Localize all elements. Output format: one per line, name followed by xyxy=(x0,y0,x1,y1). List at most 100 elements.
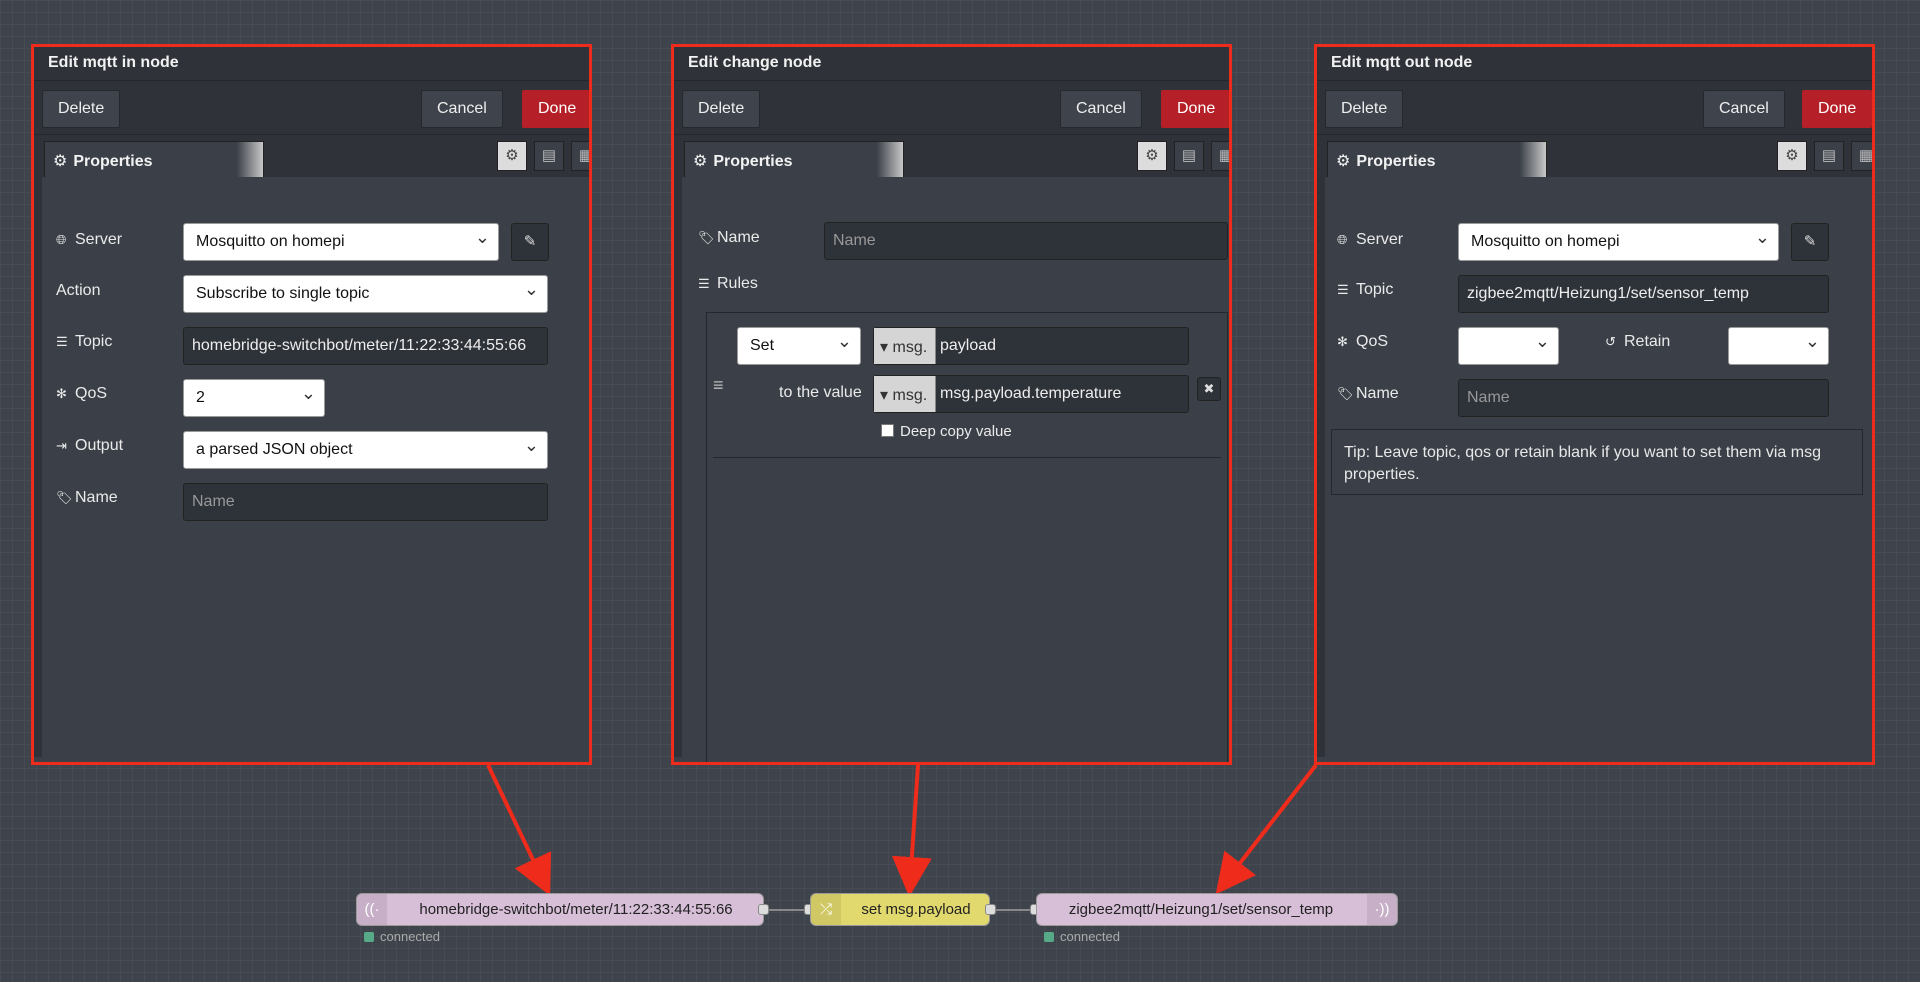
value-value: msg.payload.temperature xyxy=(940,385,1122,402)
property-type-dropdown[interactable]: ▾ msg. xyxy=(874,328,936,364)
name-input[interactable]: Name xyxy=(824,222,1228,260)
arrow-to-mqtt-out xyxy=(1215,763,1318,895)
delete-button[interactable]: Delete xyxy=(1325,90,1404,128)
history-icon: ↺ xyxy=(1605,334,1616,349)
name-label: 🏷︎ Name xyxy=(1337,385,1399,402)
delete-button[interactable]: Delete xyxy=(682,90,761,128)
asterisk-icon: ✻ xyxy=(56,386,67,401)
output-port[interactable] xyxy=(758,904,769,915)
tab-properties[interactable]: ⚙ Properties xyxy=(1327,141,1547,177)
done-button[interactable]: Done xyxy=(1161,90,1229,128)
gear-icon[interactable]: ⚙ xyxy=(1137,141,1167,171)
wire xyxy=(769,909,809,911)
cancel-button[interactable]: Cancel xyxy=(1060,90,1142,128)
globe-icon: 🌐︎ xyxy=(1337,232,1348,247)
rule-action-select[interactable]: Set xyxy=(737,327,861,365)
arrow-to-mqtt-in xyxy=(486,764,552,896)
tip-box: Tip: Leave topic, qos or retain blank if… xyxy=(1331,429,1863,495)
deep-copy-checkbox[interactable] xyxy=(881,424,894,437)
change-edit-panel: Edit change node Delete Cancel Done ⚙ Pro… xyxy=(671,44,1232,765)
done-button[interactable]: Done xyxy=(522,90,589,128)
close-icon[interactable]: ✖ xyxy=(1197,377,1221,401)
panel-toolbar: Delete Cancel Done xyxy=(674,81,1229,135)
name-label: 🏷︎ Name xyxy=(698,229,760,246)
node-status: connected xyxy=(364,929,440,944)
topic-label: ☰ Topic xyxy=(56,333,113,350)
tab-bar: ⚙ Properties ⚙ ▤ ▦ xyxy=(1317,135,1872,177)
panel-title: Edit mqtt out node xyxy=(1317,47,1872,81)
document-icon[interactable]: ▤ xyxy=(534,141,564,171)
node-label: zigbee2mqtt/Heizung1/set/sensor_temp xyxy=(1068,901,1334,918)
tag-icon: 🏷︎ xyxy=(698,230,715,245)
qos-label: ✻ QoS xyxy=(1337,333,1389,350)
layout-icon[interactable]: ▦ xyxy=(1211,141,1229,171)
node-status: connected xyxy=(1044,929,1120,944)
rule-value-input[interactable]: ▾ msg. msg.payload.temperature xyxy=(873,375,1189,413)
rule-property-input[interactable]: ▾ msg. payload xyxy=(873,327,1189,365)
qos-select[interactable] xyxy=(1458,327,1559,365)
tab-bar: ⚙ Properties ⚙ ▤ ▦ xyxy=(674,135,1229,177)
list-icon: ☰ xyxy=(56,334,68,349)
action-select[interactable]: Subscribe to single topic xyxy=(183,275,548,313)
wire xyxy=(993,909,1033,911)
layout-icon[interactable]: ▦ xyxy=(571,141,589,171)
tag-icon: 🏷︎ xyxy=(1337,386,1354,401)
tab-properties[interactable]: ⚙ Properties xyxy=(684,141,904,177)
gear-icon: ⚙ xyxy=(53,153,68,170)
name-label: 🏷︎ Name xyxy=(56,489,118,506)
rule-divider xyxy=(713,457,1221,458)
output-label: ⇥ Output xyxy=(56,437,124,454)
gear-icon[interactable]: ⚙ xyxy=(1777,141,1807,171)
pencil-icon[interactable]: ✎ xyxy=(1791,223,1829,261)
tab-bar: ⚙ Properties ⚙ ▤ ▦ xyxy=(34,135,589,177)
tag-icon: 🏷︎ xyxy=(56,490,73,505)
arrow-to-change xyxy=(891,764,932,897)
status-dot xyxy=(1044,932,1054,942)
antenna-icon: ·)) xyxy=(1367,894,1397,925)
list-icon: ☰ xyxy=(1337,282,1349,297)
output-select[interactable]: a parsed JSON object xyxy=(183,431,548,469)
node-label: homebridge-switchbot/meter/11:22:33:44:5… xyxy=(419,901,733,918)
globe-icon: 🌐︎ xyxy=(56,232,67,247)
cancel-button[interactable]: Cancel xyxy=(421,90,503,128)
topic-input[interactable]: homebridge-switchbot/meter/11:22:33:44:5… xyxy=(183,327,548,365)
mqtt-out-node[interactable]: zigbee2mqtt/Heizung1/set/sensor_temp ·)) xyxy=(1036,893,1398,926)
name-input[interactable]: Name xyxy=(183,483,548,521)
list-icon: ☰ xyxy=(698,276,710,291)
shuffle-icon: ⤮ xyxy=(811,894,841,925)
server-label: 🌐︎ Server xyxy=(56,231,123,248)
server-select[interactable]: Mosquitto on homepi xyxy=(1458,223,1779,261)
panel-body: 🌐︎Server Mosquitto on homepi ✎ Action Su… xyxy=(34,177,589,757)
panel-title: Edit mqtt in node xyxy=(34,47,589,81)
done-button[interactable]: Done xyxy=(1802,90,1872,128)
value-type-dropdown[interactable]: ▾ msg. xyxy=(874,376,936,412)
status-dot xyxy=(364,932,374,942)
server-select[interactable]: Mosquitto on homepi xyxy=(183,223,499,261)
gear-icon: ⚙ xyxy=(1336,153,1351,170)
name-input[interactable]: Name xyxy=(1458,379,1829,417)
panel-title: Edit change node xyxy=(674,47,1229,81)
layout-icon[interactable]: ▦ xyxy=(1851,141,1872,171)
pencil-icon[interactable]: ✎ xyxy=(511,223,549,261)
cancel-button[interactable]: Cancel xyxy=(1703,90,1785,128)
document-icon[interactable]: ▤ xyxy=(1174,141,1204,171)
gear-icon[interactable]: ⚙ xyxy=(497,141,527,171)
change-node[interactable]: ⤮ set msg.payload xyxy=(810,893,990,926)
retain-select[interactable] xyxy=(1728,327,1829,365)
panel-toolbar: Delete Cancel Done xyxy=(34,81,589,135)
node-label: set msg.payload xyxy=(861,901,971,918)
tab-properties[interactable]: ⚙ Properties xyxy=(44,141,264,177)
tab-label: Properties xyxy=(1356,153,1436,170)
topic-input[interactable]: zigbee2mqtt/Heizung1/set/sensor_temp xyxy=(1458,275,1829,313)
topic-label: ☰ Topic xyxy=(1337,281,1394,298)
output-port[interactable] xyxy=(985,904,996,915)
deep-copy-option[interactable]: Deep copy value xyxy=(881,423,1012,440)
mqtt-in-node[interactable]: ((· homebridge-switchbot/meter/11:22:33:… xyxy=(356,893,764,926)
delete-button[interactable]: Delete xyxy=(42,90,121,128)
bars-icon[interactable]: ≡ xyxy=(713,375,724,396)
qos-select[interactable]: 2 xyxy=(183,379,325,417)
rules-list: ≡ Set ▾ msg. payload to the value ▾ msg.… xyxy=(706,312,1228,762)
tab-label: Properties xyxy=(73,153,153,170)
sign-out-icon: ⇥ xyxy=(56,438,67,453)
document-icon[interactable]: ▤ xyxy=(1814,141,1844,171)
